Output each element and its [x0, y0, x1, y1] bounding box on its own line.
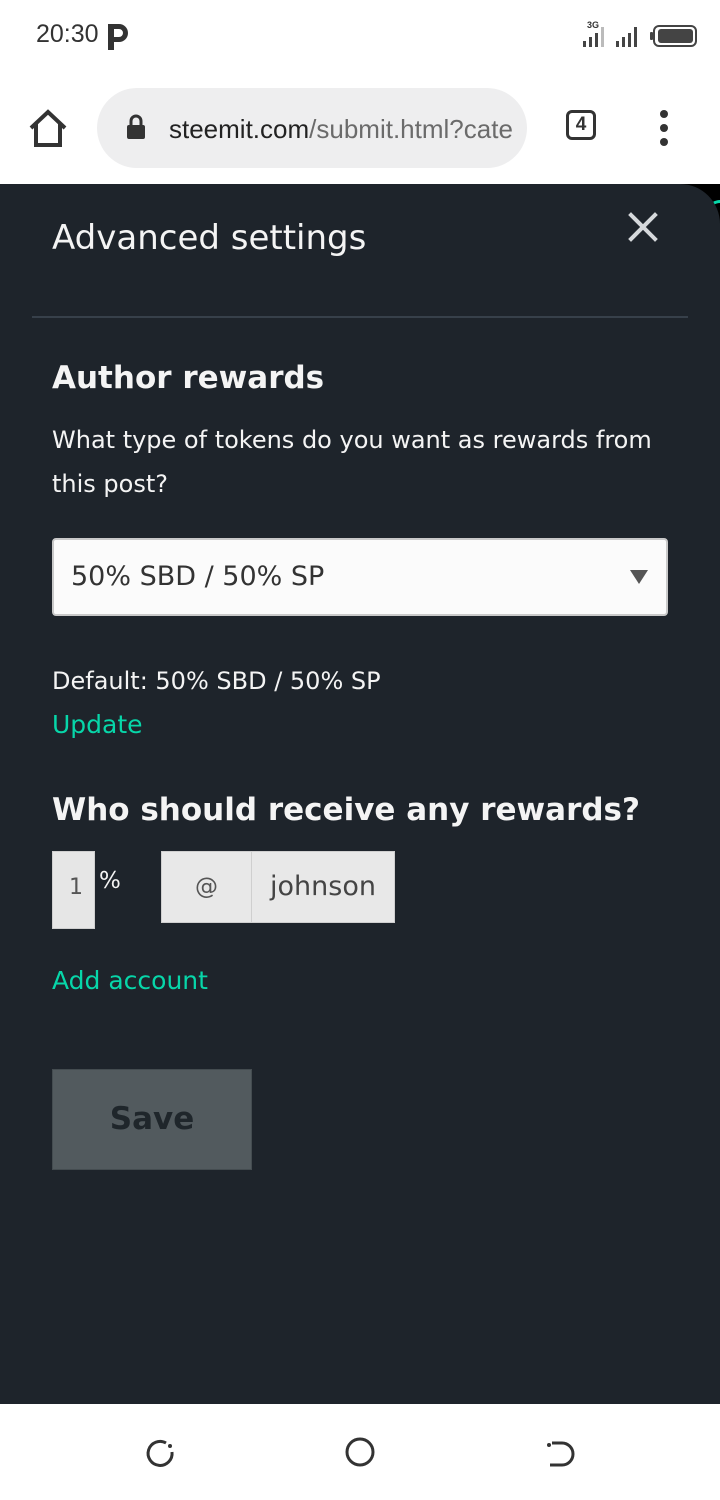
- lock-icon: [127, 114, 145, 139]
- recent-apps-icon[interactable]: [144, 1438, 176, 1470]
- back-icon[interactable]: [544, 1438, 576, 1470]
- beneficiary-percent-value: 1: [69, 875, 83, 900]
- status-bar: 20:30 3G: [0, 0, 720, 72]
- save-button[interactable]: Save: [52, 1069, 252, 1170]
- add-account-link[interactable]: Add account: [52, 964, 208, 998]
- beneficiary-account-input[interactable]: johnson: [252, 852, 394, 922]
- home-icon[interactable]: [26, 108, 70, 148]
- url-path: /submit.html?category=: [309, 114, 513, 144]
- signal-icon: [583, 27, 604, 47]
- home-circle-icon[interactable]: [344, 1436, 376, 1468]
- default-reward-text: Default: 50% SBD / 50% SP: [52, 667, 381, 695]
- battery-icon: [650, 25, 697, 47]
- percent-sign: %: [99, 868, 121, 894]
- beneficiary-account-field: @ johnson: [161, 851, 395, 923]
- reward-type-select[interactable]: 50% SBD / 50% SP: [52, 538, 668, 616]
- modal-divider: [32, 316, 688, 318]
- status-time: 20:30: [36, 20, 99, 48]
- reward-type-question: What type of tokens do you want as rewar…: [52, 426, 652, 498]
- p-app-icon: [108, 24, 128, 50]
- browser-toolbar: steemit.com/submit.html?category= 4: [0, 72, 720, 184]
- advanced-settings-modal: Advanced settings Author rewards What ty…: [0, 184, 720, 1404]
- beneficiaries-heading: Who should receive any rewards?: [52, 792, 640, 828]
- signal-icon: [616, 27, 637, 47]
- url-domain: steemit.com: [169, 114, 310, 144]
- reward-type-selected-value: 50% SBD / 50% SP: [71, 561, 325, 592]
- close-icon[interactable]: [626, 210, 660, 244]
- kebab-menu-icon[interactable]: [652, 108, 676, 148]
- url-text: steemit.com/submit.html?category=: [169, 112, 513, 146]
- update-link[interactable]: Update: [52, 708, 143, 742]
- system-nav-bar: [0, 1404, 720, 1500]
- chevron-down-icon: [630, 570, 648, 584]
- modal-title: Advanced settings: [52, 218, 367, 258]
- address-bar[interactable]: steemit.com/submit.html?category=: [97, 88, 527, 168]
- at-addon: @: [162, 852, 252, 922]
- beneficiary-percent-input[interactable]: 1: [52, 851, 95, 929]
- author-rewards-heading: Author rewards: [52, 360, 325, 396]
- tab-switcher-button[interactable]: 4: [566, 110, 596, 140]
